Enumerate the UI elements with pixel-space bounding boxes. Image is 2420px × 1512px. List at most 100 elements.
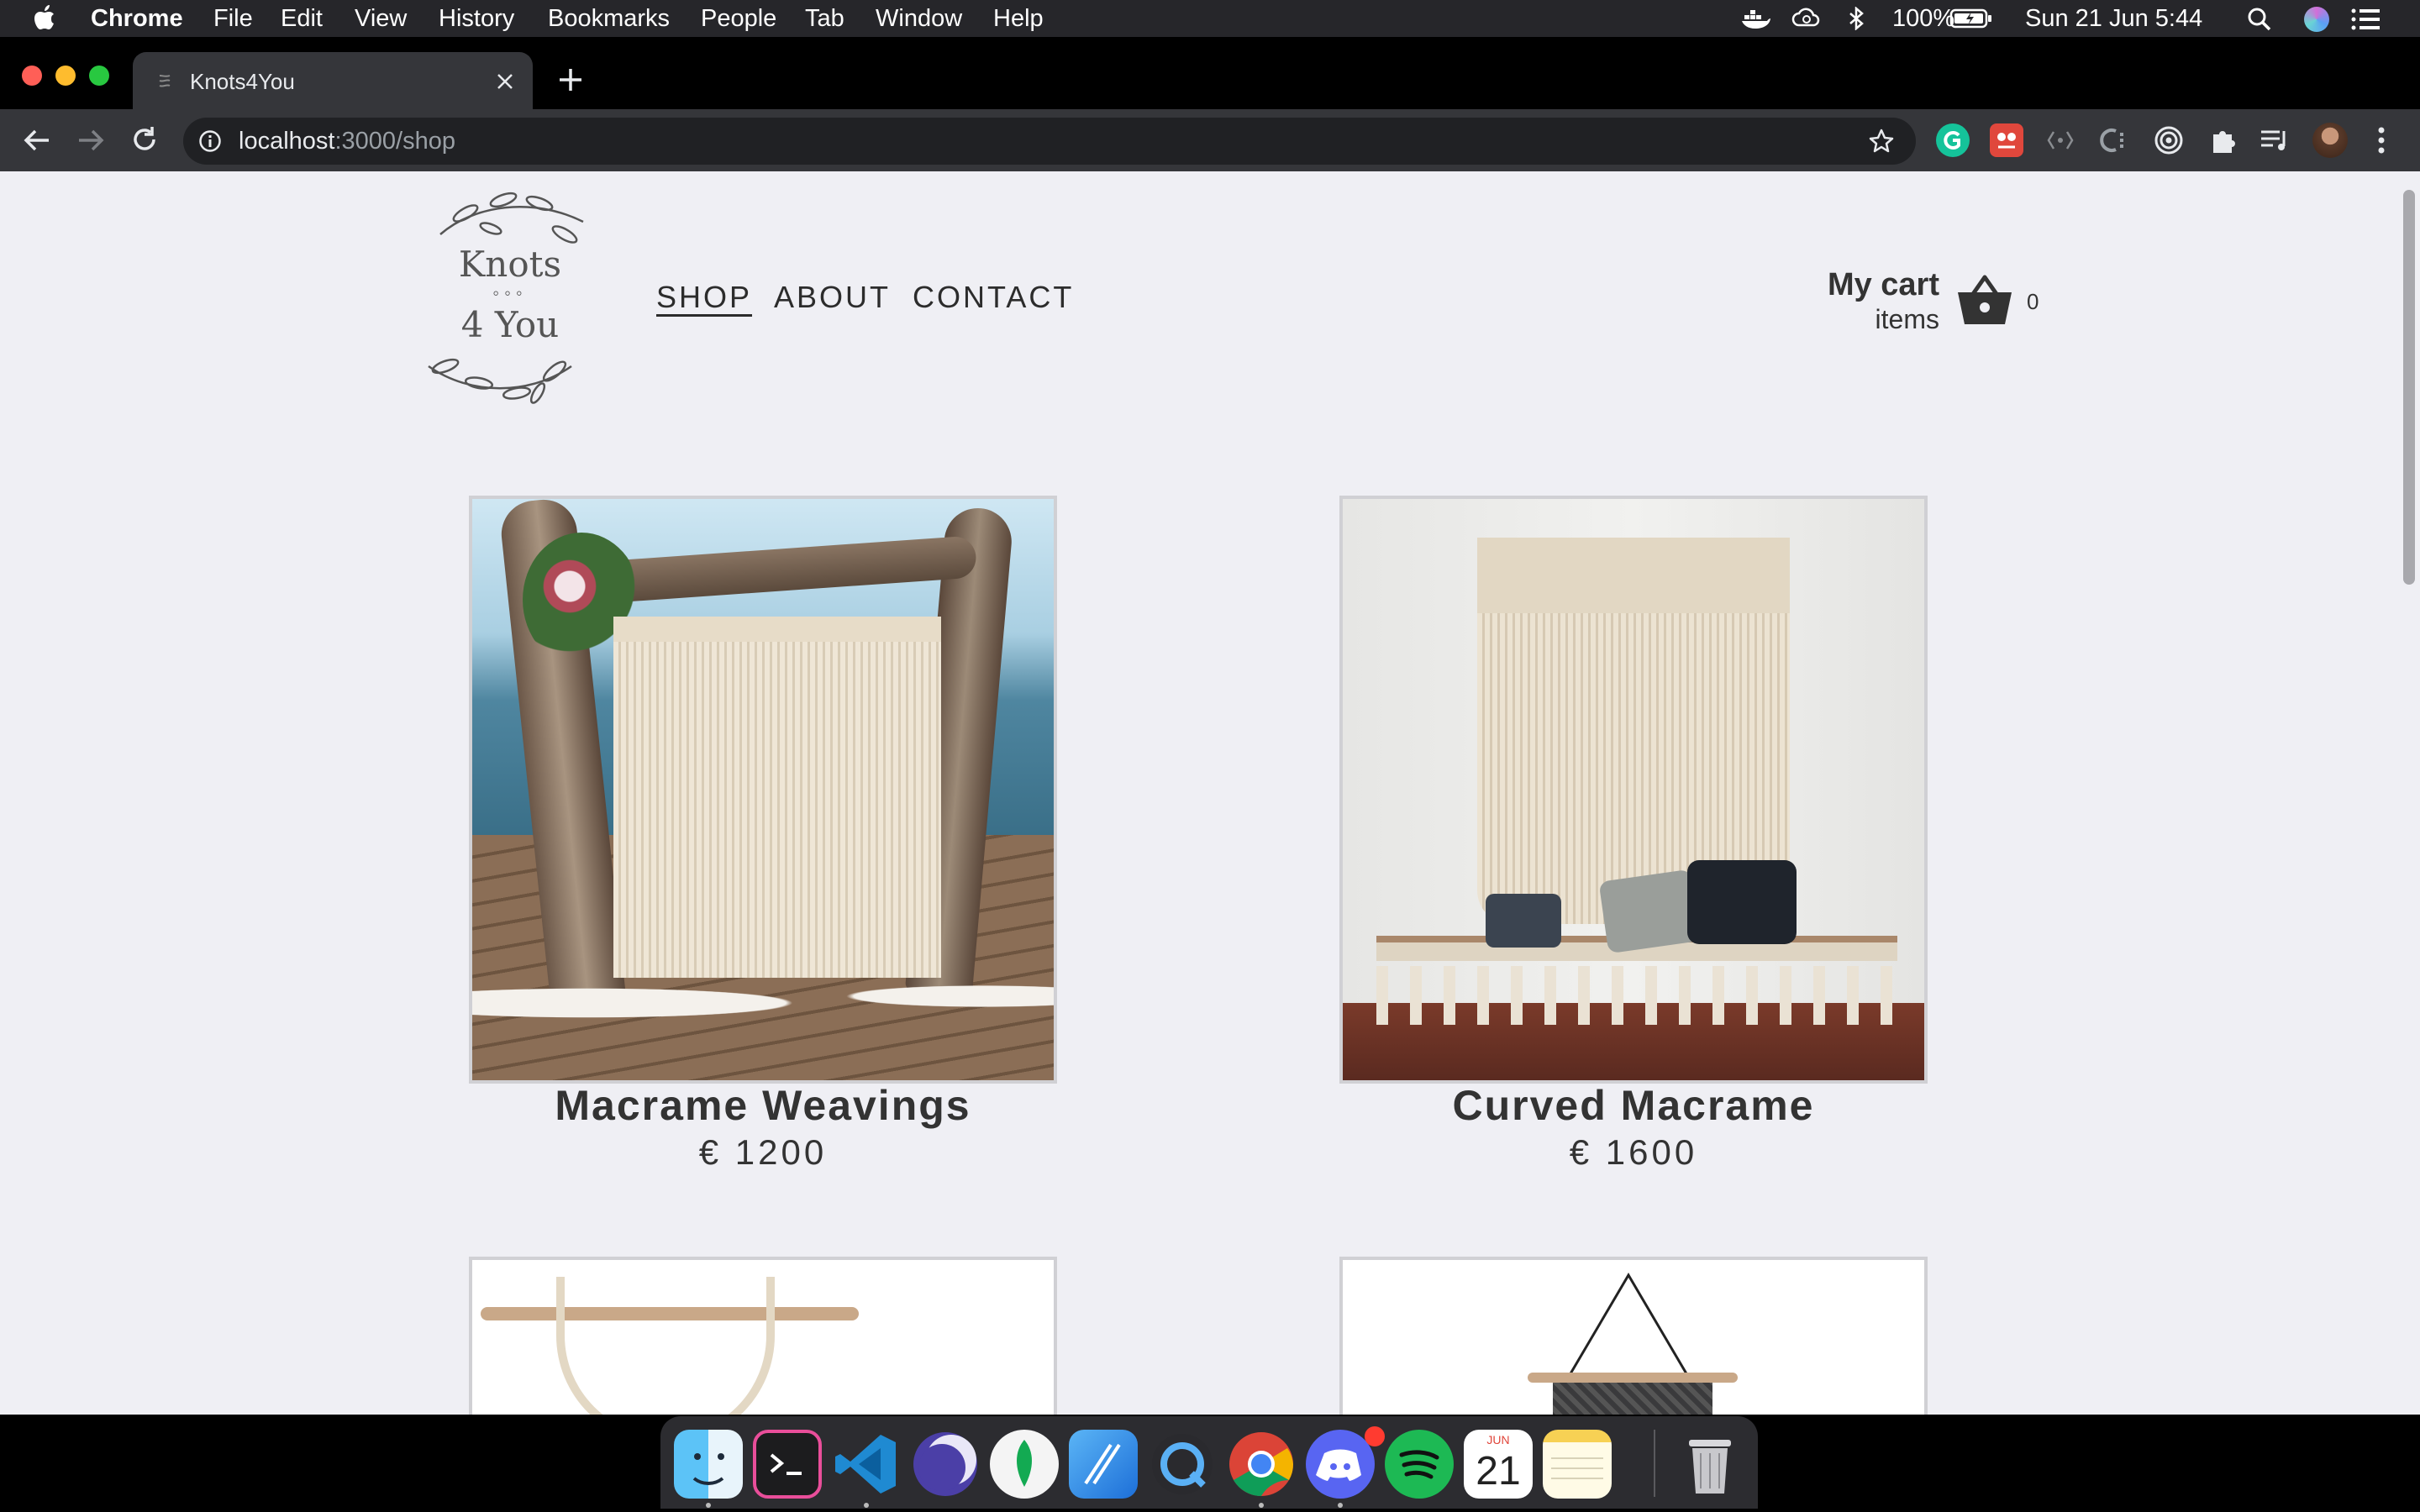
url-path: :3000/shop: [334, 128, 455, 155]
web-page: Knots ◦◦◦ 4 You SHOP ABOUT CONTACT My ca…: [0, 171, 2400, 1415]
tab-favicon-icon: [159, 75, 171, 87]
close-tab-icon[interactable]: [496, 72, 514, 91]
cushion-1: [1486, 894, 1561, 948]
pocket-extension-icon[interactable]: [1990, 123, 2023, 157]
url-host: localhost: [239, 128, 335, 155]
media-controls-icon[interactable]: [2259, 126, 2291, 155]
daybed-tassels: [1376, 966, 1897, 1025]
calendar-dock-icon[interactable]: JUN 21: [1464, 1430, 1533, 1499]
sync-cloud-icon[interactable]: [1791, 7, 1822, 30]
back-arrow-icon[interactable]: [22, 126, 52, 155]
menu-help[interactable]: Help: [993, 5, 1044, 33]
menu-app-name[interactable]: Chrome: [91, 5, 183, 33]
macrame-curtain: [613, 617, 941, 978]
discord-running-indicator: [1338, 1503, 1343, 1508]
menu-bar: Chrome File Edit View History Bookmarks …: [0, 0, 2420, 37]
address-bar[interactable]: localhost:3000/shop: [183, 118, 1916, 165]
target-extension-icon[interactable]: [2153, 124, 2185, 156]
white-drapes: [472, 969, 1054, 1037]
apple-icon[interactable]: [34, 5, 55, 30]
new-tab-icon[interactable]: [558, 67, 583, 92]
nav-shop-link[interactable]: SHOP: [656, 280, 752, 315]
eclipse-dock-icon[interactable]: [911, 1430, 980, 1499]
dark-macrame-4: [1553, 1383, 1712, 1415]
profile-avatar[interactable]: [2312, 123, 2348, 158]
product-image-curved-macrame[interactable]: [1339, 496, 1928, 1084]
knots4you-logo[interactable]: Knots ◦◦◦ 4 You: [413, 188, 607, 407]
siri-icon[interactable]: [2304, 7, 2329, 32]
menu-history[interactable]: History: [439, 5, 514, 33]
finder-dock-icon[interactable]: [674, 1430, 743, 1499]
menu-view[interactable]: View: [355, 5, 407, 33]
puzzle-extensions-icon[interactable]: [2207, 124, 2238, 156]
chrome-dock-icon[interactable]: [1227, 1430, 1296, 1499]
macrame-hanging-3: [556, 1277, 775, 1415]
bookmark-star-icon[interactable]: [1869, 129, 1894, 154]
chrome-menu-icon[interactable]: [2375, 126, 2388, 155]
vscode-dock-icon[interactable]: [832, 1430, 901, 1499]
reload-icon[interactable]: [129, 124, 160, 155]
dock-separator: [1654, 1430, 1655, 1497]
hyper-terminal-dock-icon[interactable]: [753, 1430, 822, 1499]
discord-dock-icon[interactable]: [1306, 1430, 1375, 1499]
product-image-macrame-weavings[interactable]: [469, 496, 1057, 1084]
product-title-curved-macrame[interactable]: Curved Macrame: [1339, 1081, 1928, 1130]
menubar-clock[interactable]: Sun 21 Jun 5:44: [2025, 5, 2202, 33]
tab-title: Knots4You: [190, 69, 295, 94]
notes-dock-icon[interactable]: [1543, 1430, 1612, 1499]
chrome-running-indicator: [1259, 1503, 1264, 1508]
close-window-button[interactable]: [22, 66, 42, 86]
menu-file[interactable]: File: [213, 5, 253, 33]
finder-running-indicator: [706, 1503, 711, 1508]
menu-window[interactable]: Window: [876, 5, 962, 33]
scrollbar-thumb[interactable]: [2403, 190, 2415, 585]
cushion-3: [1687, 860, 1797, 944]
notification-center-icon[interactable]: [2351, 8, 2381, 30]
logo-top-leaf-branch-icon: [439, 192, 584, 244]
zoom-window-button[interactable]: [89, 66, 109, 86]
grammarly-extension-icon[interactable]: [1936, 123, 1970, 157]
url-text: localhost:3000/shop: [239, 128, 455, 155]
trash-dock-icon[interactable]: [1676, 1430, 1744, 1499]
docker-icon[interactable]: [1741, 7, 1771, 30]
logo-line2: 4 You: [460, 304, 560, 345]
logo-bottom-leaf-branch-icon: [428, 358, 572, 404]
forward-arrow-icon[interactable]: [76, 126, 106, 155]
menu-tab[interactable]: Tab: [805, 5, 844, 33]
calendar-day: 21: [1476, 1449, 1521, 1494]
menu-bookmarks[interactable]: Bookmarks: [548, 5, 670, 33]
menu-people[interactable]: People: [701, 5, 776, 33]
logo-dots: ◦◦◦: [492, 282, 528, 303]
site-info-icon[interactable]: [198, 129, 222, 153]
vscode-running-indicator: [864, 1503, 869, 1508]
nav-about-link[interactable]: ABOUT: [774, 280, 891, 315]
code-extension-icon[interactable]: [2045, 128, 2075, 153]
wooden-dowel-4: [1528, 1373, 1738, 1383]
battery-percent: 100%: [1892, 5, 1955, 32]
product-price-curved-macrame: € 1600: [1569, 1132, 1698, 1172]
calendar-month: JUN: [1486, 1433, 1510, 1446]
bluetooth-icon[interactable]: [1845, 7, 1867, 30]
mongodb-compass-dock-icon[interactable]: [990, 1430, 1059, 1499]
nav-contact-link[interactable]: CONTACT: [913, 280, 1074, 315]
cushion-2: [1598, 869, 1701, 954]
product-title-macrame-weavings[interactable]: Macrame Weavings: [469, 1081, 1057, 1130]
cart-title: My cart: [1827, 267, 1939, 302]
cart-count: 0: [2027, 289, 2039, 314]
quicktime-dock-icon[interactable]: [1148, 1430, 1217, 1499]
battery-icon[interactable]: [1949, 7, 1993, 30]
browser-tab-active[interactable]: Knots4You: [133, 52, 533, 109]
product-image-4[interactable]: [1339, 1257, 1928, 1415]
spotify-dock-icon[interactable]: [1385, 1430, 1454, 1499]
product-image-3[interactable]: [469, 1257, 1057, 1415]
cart-subtitle: items: [1875, 304, 1939, 334]
minimize-window-button[interactable]: [55, 66, 76, 86]
c-extension-icon[interactable]: [2099, 126, 2129, 155]
menu-edit[interactable]: Edit: [281, 5, 323, 33]
xcode-dock-icon[interactable]: [1069, 1430, 1138, 1499]
product-price-macrame-weavings: € 1200: [698, 1132, 828, 1172]
discord-notification-badge: [1365, 1426, 1385, 1446]
cart-widget[interactable]: My cart items 0: [1765, 262, 2044, 346]
shopping-basket-icon[interactable]: [1956, 274, 2013, 326]
spotlight-search-icon[interactable]: [2247, 7, 2272, 32]
